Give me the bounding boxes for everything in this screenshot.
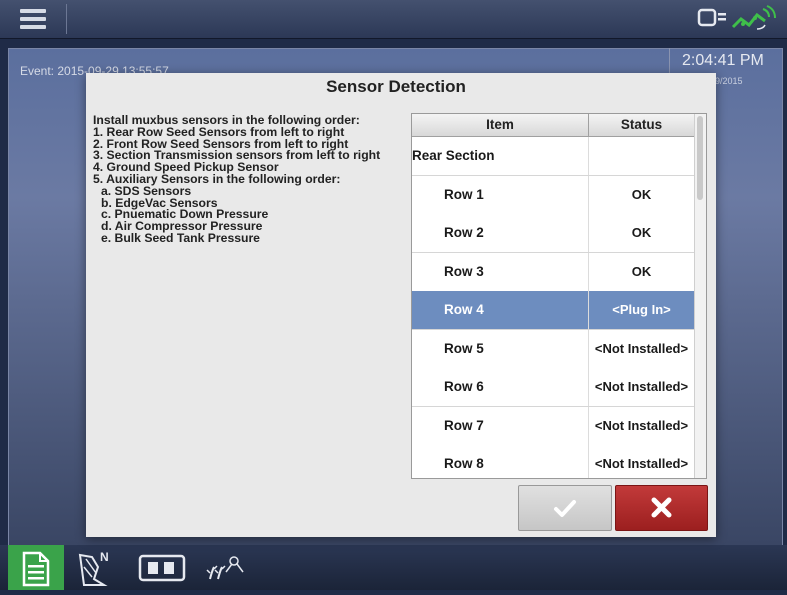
checkmark-icon <box>554 500 576 517</box>
table-row[interactable]: Row 5 <Not Installed> <box>412 329 694 369</box>
sensor-table: Item Status Rear Section Row 1 OK Row 2 OK Ro… <box>411 113 707 479</box>
svg-text:N: N <box>100 550 109 564</box>
seed-plants-icon[interactable] <box>196 545 256 590</box>
top-bar <box>0 0 787 39</box>
status-icons <box>697 5 777 33</box>
instructions-text: Install muxbus sensors in the following … <box>93 114 398 245</box>
x-icon <box>651 497 672 518</box>
table-row[interactable]: Row 6 <Not Installed> <box>412 368 694 407</box>
sensor-detection-dialog: Sensor Detection Install muxbus sensors … <box>86 73 716 537</box>
column-header-item: Item <box>412 114 589 136</box>
cell-item: Row 7 <box>412 406 589 445</box>
table-row[interactable]: Row 2 OK <box>412 214 694 253</box>
cell-status: <Plug In> <box>612 302 671 317</box>
cancel-button[interactable] <box>615 485 708 531</box>
cell-status <box>589 137 694 175</box>
display-icon <box>697 8 726 27</box>
column-header-status: Status <box>620 117 663 132</box>
dialog-title: Sensor Detection <box>326 77 466 96</box>
cell-status: <Not Installed> <box>594 340 689 356</box>
hamburger-menu-icon[interactable] <box>12 6 54 32</box>
cell-status: <Not Installed> <box>594 456 689 471</box>
cell-status: OK <box>631 186 652 202</box>
cell-item: Rear Section <box>412 137 589 175</box>
cell-status: OK <box>631 225 652 240</box>
cell-status: <Not Installed> <box>594 379 689 394</box>
cell-item: Row 4 <box>412 291 589 329</box>
table-row[interactable]: Row 1 OK <box>412 175 694 215</box>
table-row[interactable]: Rear Section <box>412 137 694 176</box>
cell-item: Row 3 <box>412 252 589 291</box>
divider <box>66 4 67 34</box>
document-icon[interactable] <box>8 545 64 590</box>
planter-icon[interactable] <box>132 545 192 590</box>
field-map-icon[interactable]: N <box>70 545 126 590</box>
table-header: Item Status <box>412 114 694 137</box>
table-row[interactable]: Row 8 <Not Installed> <box>412 445 694 478</box>
gps-signal-icon <box>731 5 776 30</box>
table-row[interactable]: Row 7 <Not Installed> <box>412 406 694 446</box>
bottom-bar: N <box>0 545 787 590</box>
instruction-line: e. Bulk Seed Tank Pressure <box>101 230 260 245</box>
table-row[interactable]: Row 4 <Plug In> <box>412 291 694 330</box>
confirm-button[interactable] <box>518 485 612 531</box>
cell-item: Row 6 <box>412 368 589 406</box>
cell-status: <Not Installed> <box>594 417 689 433</box>
cell-status: OK <box>631 263 652 279</box>
clock-time: 2:04:41 PM <box>682 52 764 69</box>
cell-item: Row 1 <box>412 175 589 214</box>
cell-item: Row 5 <box>412 329 589 368</box>
scrollbar[interactable] <box>694 114 706 478</box>
scrollbar-thumb[interactable] <box>697 116 703 200</box>
table-row[interactable]: Row 3 OK <box>412 252 694 292</box>
cell-item: Row 8 <box>412 445 589 478</box>
cell-item: Row 2 <box>412 214 589 252</box>
